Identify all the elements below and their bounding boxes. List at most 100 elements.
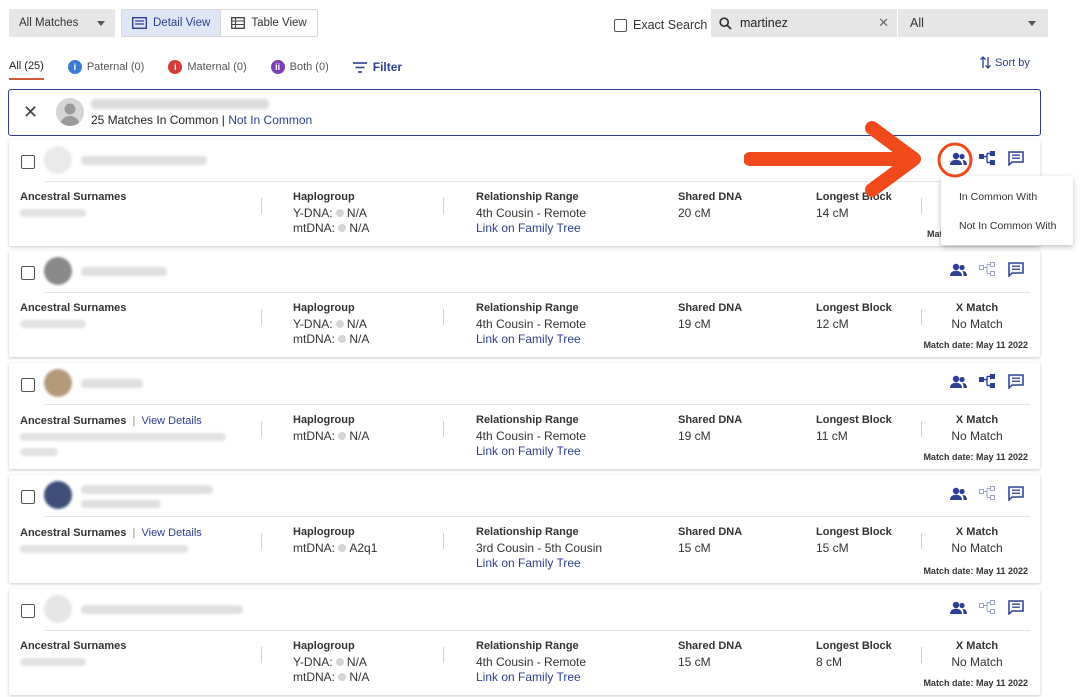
link-on-family-tree[interactable]: Link on Family Tree xyxy=(476,221,586,237)
search-scope-dropdown[interactable]: All xyxy=(898,9,1048,37)
sort-icon xyxy=(980,56,991,69)
longest-block-value: 12 cM xyxy=(816,316,849,331)
avatar xyxy=(44,369,72,397)
relationship-range-label: Relationship Range xyxy=(476,414,579,426)
blurred-match-subtitle xyxy=(81,500,161,508)
ancestral-surnames: Ancestral Surnames xyxy=(20,639,126,670)
sort-by-button[interactable]: Sort by xyxy=(980,56,1030,69)
longest-block-label: Longest Block xyxy=(816,302,892,314)
search-icon xyxy=(719,16,732,30)
clear-search-icon[interactable]: ✕ xyxy=(878,15,889,31)
ancestral-surnames: Ancestral Surnames | View Details xyxy=(20,413,226,461)
family-tree-icon[interactable] xyxy=(979,262,996,277)
view-details-link[interactable]: View Details xyxy=(141,527,201,539)
shared-matches-icon[interactable] xyxy=(950,601,967,615)
tab-paternal[interactable]: i Paternal (0) xyxy=(67,54,145,80)
avatar xyxy=(44,146,72,174)
search-input[interactable]: martinez ✕ xyxy=(711,9,897,37)
shared-matches-icon[interactable] xyxy=(950,487,967,501)
relationship-range: Relationship Range 4th Cousin - Remote L… xyxy=(476,413,586,460)
tab-both[interactable]: ii Both (0) xyxy=(270,54,329,80)
blurred-match-name[interactable] xyxy=(81,485,213,494)
banner-separator: | xyxy=(218,113,229,127)
matches-filter-dropdown[interactable]: All Matches xyxy=(9,9,115,37)
divider xyxy=(44,404,1030,405)
tab-all-label: All (25) xyxy=(9,60,44,72)
match-tabs: All (25) i Paternal (0) i Maternal (0) i… xyxy=(9,54,402,80)
blurred-surnames xyxy=(20,657,86,666)
message-icon[interactable] xyxy=(1008,486,1024,501)
blurred-match-name xyxy=(91,99,269,109)
longest-block: Longest Block 12 cM xyxy=(816,301,892,332)
x-match-label: X Match xyxy=(955,302,999,314)
tab-paternal-label: Paternal (0) xyxy=(86,61,145,73)
family-tree-icon[interactable] xyxy=(979,486,996,501)
not-in-common-link[interactable]: Not In Common xyxy=(228,113,312,127)
message-icon[interactable] xyxy=(1008,374,1024,389)
close-icon[interactable]: ✕ xyxy=(23,102,38,123)
mtdna-value: N/A xyxy=(349,221,370,235)
blurred-match-name[interactable] xyxy=(81,156,207,165)
chevron-down-icon xyxy=(97,20,105,26)
ancestral-surnames-label: Ancestral Surnames xyxy=(20,302,127,314)
link-on-family-tree[interactable]: Link on Family Tree xyxy=(476,332,586,348)
shared-matches-icon[interactable] xyxy=(950,375,967,389)
view-details-link[interactable]: View Details xyxy=(141,415,201,427)
ancestral-surnames-label: Ancestral Surnames xyxy=(20,527,127,539)
not-in-common-with-option[interactable]: Not In Common With xyxy=(959,220,1056,232)
relationship-range-value: 4th Cousin - Remote xyxy=(476,205,587,220)
detail-view-icon xyxy=(132,17,147,29)
tab-all[interactable]: All (25) xyxy=(9,54,44,80)
relationship-range-value: 3rd Cousin - 5th Cousin xyxy=(476,540,603,555)
shared-dna-label: Shared DNA xyxy=(678,526,743,538)
relationship-range-label: Relationship Range xyxy=(476,302,579,314)
message-icon[interactable] xyxy=(1008,262,1024,277)
haplogroup-dot-icon xyxy=(335,208,344,217)
link-on-family-tree[interactable]: Link on Family Tree xyxy=(476,670,586,686)
haplogroup-dot-icon xyxy=(338,543,347,552)
message-icon[interactable] xyxy=(1008,600,1024,615)
mtdna-label: mtDNA: xyxy=(293,670,335,684)
detail-view-button[interactable]: Detail View xyxy=(122,10,221,36)
match-checkbox[interactable] xyxy=(21,604,35,618)
matches-filter-label: All Matches xyxy=(19,17,79,29)
match-select xyxy=(21,378,35,395)
avatar xyxy=(44,481,72,509)
exact-search-checkbox[interactable] xyxy=(614,18,627,32)
shared-matches-icon[interactable] xyxy=(950,263,967,277)
avatar xyxy=(44,595,72,623)
match-checkbox[interactable] xyxy=(21,378,35,392)
match-checkbox[interactable] xyxy=(21,266,35,280)
shared-dna-label: Shared DNA xyxy=(678,191,743,203)
tab-maternal-label: Maternal (0) xyxy=(187,61,247,73)
filter-button[interactable]: Filter xyxy=(352,60,402,74)
link-on-family-tree[interactable]: Link on Family Tree xyxy=(476,444,586,460)
matches-in-common-summary: 25 Matches In Common | Not In Common xyxy=(91,113,312,127)
tab-maternal[interactable]: i Maternal (0) xyxy=(168,54,247,80)
blurred-match-name[interactable] xyxy=(81,379,143,388)
haplogroup: Haplogroup Y-DNA: N/A mtDNA: N/A xyxy=(293,301,369,348)
ancestral-surnames: Ancestral Surnames | View Details xyxy=(20,525,202,557)
ancestral-surnames-label: Ancestral Surnames xyxy=(20,191,127,203)
family-tree-icon[interactable] xyxy=(979,600,996,615)
shared-dna-label: Shared DNA xyxy=(678,414,743,426)
divider xyxy=(443,533,444,549)
match-checkbox[interactable] xyxy=(21,155,35,169)
haplogroup: Haplogroup mtDNA: A2q1 xyxy=(293,525,377,556)
blurred-match-name[interactable] xyxy=(81,605,243,614)
haplogroup-dot-icon xyxy=(338,673,347,681)
longest-block-label: Longest Block xyxy=(816,640,892,652)
message-icon[interactable] xyxy=(1008,151,1024,166)
haplogroup-label: Haplogroup xyxy=(293,526,355,538)
x-match: X Match No Match xyxy=(944,525,1010,556)
match-checkbox[interactable] xyxy=(21,490,35,504)
blurred-match-name[interactable] xyxy=(81,267,167,276)
family-tree-icon[interactable] xyxy=(979,374,996,389)
link-on-family-tree[interactable]: Link on Family Tree xyxy=(476,556,602,572)
ancestral-surnames: Ancestral Surnames xyxy=(20,190,126,221)
longest-block-label: Longest Block xyxy=(816,526,892,538)
shared-dna-label: Shared DNA xyxy=(678,640,743,652)
filter-icon xyxy=(352,61,367,73)
avatar xyxy=(56,98,84,126)
table-view-button[interactable]: Table View xyxy=(220,10,317,36)
